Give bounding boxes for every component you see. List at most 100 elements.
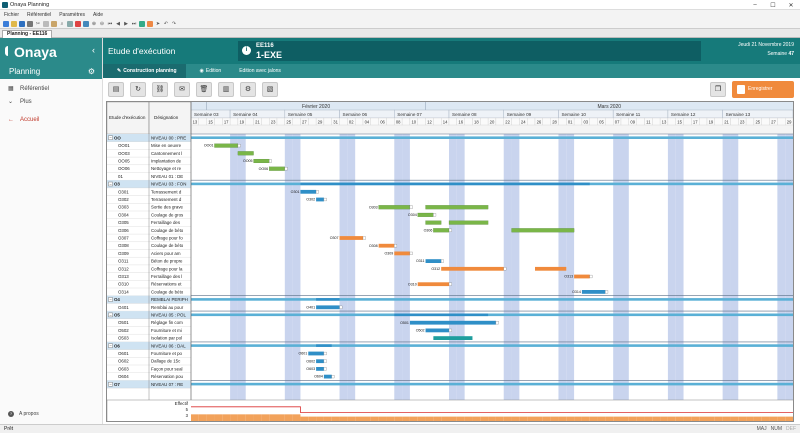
summary-bar[interactable]: [300, 182, 590, 186]
task-bar[interactable]: [581, 290, 606, 294]
row-designation[interactable]: Façon pour seal: [151, 366, 183, 371]
row-designation[interactable]: Isolation par pol: [151, 336, 182, 341]
task-bar[interactable]: [316, 359, 324, 364]
sidebar-item-plus[interactable]: ⌄ Plus: [0, 95, 102, 108]
task-bar[interactable]: [574, 274, 590, 279]
row-designation[interactable]: NIVEAU 03 : FON: [151, 182, 186, 187]
about-link[interactable]: ? A propos: [8, 411, 39, 417]
task-bar[interactable]: [316, 305, 340, 310]
row-code[interactable]: 01: [118, 174, 123, 179]
task-handle-icon[interactable]: [315, 190, 319, 194]
cursor-icon[interactable]: ➤: [155, 21, 161, 27]
row-designation[interactable]: Coulage de béto: [151, 228, 184, 233]
minimize-icon[interactable]: –: [746, 0, 764, 10]
summary-bar[interactable]: [191, 136, 794, 139]
row-code[interactable]: O302: [118, 197, 129, 202]
settings-button[interactable]: ⚙: [240, 82, 256, 97]
help-icon[interactable]: [83, 20, 89, 27]
task-handle-icon[interactable]: [495, 321, 499, 325]
task-bar[interactable]: [433, 228, 450, 233]
row-code[interactable]: O3: [114, 182, 120, 187]
task-handle-icon[interactable]: [269, 159, 272, 163]
row-designation[interactable]: NIVEAU 00 : PRE: [151, 135, 186, 140]
open-icon[interactable]: [11, 20, 17, 27]
row-code[interactable]: O501: [118, 320, 129, 325]
task-bar[interactable]: [535, 266, 567, 271]
summary-bar[interactable]: [191, 344, 794, 347]
row-code[interactable]: O307: [118, 236, 129, 241]
task-handle-icon[interactable]: [409, 251, 413, 255]
task-handle-icon[interactable]: [441, 259, 444, 263]
menu-fichier[interactable]: Fichier: [4, 12, 19, 18]
task-handle-icon[interactable]: [323, 359, 327, 363]
row-code[interactable]: O604: [118, 374, 129, 379]
row-code[interactable]: O303: [118, 205, 129, 210]
export-icon[interactable]: [75, 20, 81, 27]
pdf-button[interactable]: ▧: [262, 82, 278, 97]
summary-bar[interactable]: [191, 298, 794, 301]
row-code[interactable]: OO06: [118, 166, 130, 171]
row-code[interactable]: O308: [118, 243, 129, 248]
row-designation[interactable]: Coffrage pour la: [151, 266, 183, 271]
row-designation[interactable]: Aciers pour am: [151, 251, 181, 256]
row-code[interactable]: O4: [114, 297, 120, 302]
row-designation[interactable]: Terrassement d: [151, 189, 182, 194]
row-code[interactable]: O6: [114, 343, 120, 348]
row-code[interactable]: O306: [118, 228, 129, 233]
task-handle-icon[interactable]: [323, 197, 327, 202]
row-designation[interactable]: Réservation pou: [151, 374, 184, 379]
row-designation[interactable]: NIVEAU 07 : RE: [151, 382, 183, 387]
row-code[interactable]: O7: [114, 382, 120, 387]
row-designation[interactable]: Coulage de béto: [151, 243, 184, 248]
last-icon[interactable]: ⏭: [131, 21, 137, 27]
row-designation[interactable]: REMBLAI PERIPH: [151, 297, 188, 302]
row-designation[interactable]: Cantonnement l: [151, 151, 182, 156]
link-button[interactable]: ⛓: [152, 82, 168, 97]
task-handle-icon[interactable]: [339, 305, 343, 309]
row-code[interactable]: O502: [118, 328, 129, 333]
row-code[interactable]: OO05: [118, 159, 130, 164]
copy-icon[interactable]: [43, 20, 49, 27]
tab-edition-jalons[interactable]: Edition avec jalons: [230, 64, 290, 78]
calendar-icon[interactable]: [147, 20, 153, 27]
row-designation[interactable]: Réservations et: [151, 282, 182, 287]
paste-icon[interactable]: [51, 20, 57, 27]
task-bar[interactable]: [511, 228, 575, 233]
row-designation[interactable]: Réglage fin com: [151, 320, 183, 325]
row-code[interactable]: O301: [118, 189, 129, 194]
settings-icon[interactable]: [67, 20, 73, 27]
row-designation[interactable]: Ferraillage des: [151, 220, 181, 225]
row-designation[interactable]: Sortie des grave: [151, 205, 184, 210]
task-handle-icon[interactable]: [448, 228, 452, 232]
row-designation[interactable]: Fourniture et po: [151, 351, 183, 356]
row-code[interactable]: OO03: [118, 151, 130, 156]
info-icon[interactable]: i: [242, 46, 251, 55]
row-designation[interactable]: Béton de propre: [151, 259, 183, 264]
mail-button[interactable]: ✉: [174, 82, 190, 97]
task-bar[interactable]: [433, 336, 473, 340]
cut-icon[interactable]: ✂: [35, 21, 41, 27]
summary-bar[interactable]: [316, 344, 332, 347]
close-icon[interactable]: ✕: [782, 0, 800, 10]
task-bar[interactable]: [378, 205, 411, 210]
row-designation[interactable]: NIVEAU 06 : DAL: [151, 343, 186, 348]
row-code[interactable]: O310: [118, 282, 129, 287]
task-bar[interactable]: [316, 197, 324, 202]
task-handle-icon[interactable]: [433, 213, 437, 217]
gear-icon[interactable]: ⚙: [88, 67, 95, 76]
row-code[interactable]: O313: [118, 274, 129, 279]
row-designation[interactable]: Coulage de béto: [151, 289, 184, 294]
task-bar[interactable]: [323, 374, 332, 379]
summary-bar[interactable]: [316, 298, 340, 301]
row-code[interactable]: O314: [118, 289, 129, 294]
row-code[interactable]: O602: [118, 359, 129, 364]
row-code[interactable]: OO: [114, 135, 121, 140]
maximize-icon[interactable]: ☐: [764, 0, 782, 10]
summary-bar[interactable]: [191, 382, 794, 386]
document-tab[interactable]: Planning - EE116: [2, 30, 53, 38]
row-designation[interactable]: Dallage de 15c: [151, 359, 181, 364]
row-code[interactable]: O312: [118, 266, 129, 271]
row-code[interactable]: O5: [114, 313, 120, 318]
task-handle-icon[interactable]: [331, 375, 335, 379]
summary-bar[interactable]: [394, 313, 489, 317]
